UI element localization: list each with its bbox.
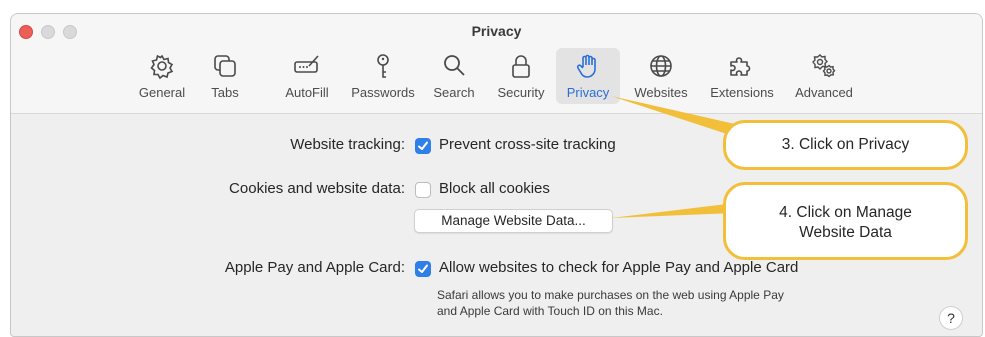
block-cookies-text: Block all cookies bbox=[439, 180, 550, 197]
tab-general[interactable]: General bbox=[132, 48, 192, 104]
cookies-label: Cookies and website data: bbox=[229, 180, 405, 197]
tab-tabs[interactable]: Tabs bbox=[200, 48, 250, 104]
callout-step-3: 3. Click on Privacy bbox=[723, 120, 968, 170]
tab-passwords[interactable]: Passwords bbox=[345, 48, 421, 104]
block-cookies-checkbox[interactable] bbox=[415, 182, 431, 198]
tab-label: Security bbox=[497, 85, 545, 100]
autofill-icon bbox=[294, 55, 319, 73]
tab-label: Privacy bbox=[566, 85, 610, 100]
apple-pay-text: Allow websites to check for Apple Pay an… bbox=[439, 259, 799, 276]
checkmark-icon bbox=[418, 264, 428, 273]
apple-pay-label: Apple Pay and Apple Card: bbox=[224, 259, 405, 276]
tab-websites[interactable]: Websites bbox=[629, 48, 693, 104]
tab-label: Websites bbox=[634, 85, 688, 100]
tab-privacy[interactable]: Privacy bbox=[556, 48, 620, 104]
gear-icon bbox=[150, 54, 174, 80]
globe-icon bbox=[650, 55, 672, 77]
tab-label: Advanced bbox=[795, 85, 853, 100]
tab-label: Passwords bbox=[351, 85, 415, 100]
website-tracking-label: Website tracking: bbox=[290, 136, 405, 153]
tab-autofill[interactable]: AutoFill bbox=[277, 48, 337, 104]
tabs-icon bbox=[214, 55, 236, 77]
tab-search[interactable]: Search bbox=[428, 48, 480, 104]
manage-website-data-button[interactable]: Manage Website Data... bbox=[414, 209, 613, 233]
gears-icon bbox=[812, 54, 836, 78]
puzzle-icon bbox=[730, 57, 751, 76]
toolbar: Privacy General Tabs AutoFill Passwords … bbox=[11, 14, 982, 114]
tab-label: Extensions bbox=[710, 85, 774, 100]
callout-step-3-text: 3. Click on Privacy bbox=[781, 136, 910, 153]
prevent-tracking-text: Prevent cross-site tracking bbox=[439, 136, 616, 153]
hand-icon bbox=[576, 54, 596, 78]
preferences-window: Privacy General Tabs AutoFill Passwords … bbox=[10, 13, 983, 337]
window-title: Privacy bbox=[471, 23, 522, 39]
tab-advanced[interactable]: Advanced bbox=[788, 48, 860, 104]
callout-step-4-line2: Website Data bbox=[799, 224, 892, 241]
search-icon bbox=[444, 55, 465, 76]
tab-label: Tabs bbox=[211, 85, 239, 100]
checkmark-icon bbox=[418, 141, 428, 150]
apple-pay-note-line1: Safari allows you to make purchases on t… bbox=[437, 288, 784, 302]
help-button[interactable]: ? bbox=[939, 306, 963, 330]
tab-label: General bbox=[138, 85, 186, 100]
tab-label: Search bbox=[433, 85, 475, 100]
tab-security[interactable]: Security bbox=[491, 48, 551, 104]
lock-icon bbox=[512, 55, 530, 78]
apple-pay-checkbox[interactable] bbox=[415, 261, 431, 277]
apple-pay-note-line2: and Apple Card with Touch ID on this Mac… bbox=[437, 304, 663, 318]
key-icon bbox=[377, 54, 389, 78]
tab-label: AutoFill bbox=[285, 85, 329, 100]
prevent-tracking-checkbox[interactable] bbox=[415, 138, 431, 154]
callout-step-4: 4. Click on Manage Website Data bbox=[723, 182, 968, 260]
tab-extensions[interactable]: Extensions bbox=[702, 48, 782, 104]
callout-step-4-line1: 4. Click on Manage bbox=[779, 204, 912, 221]
